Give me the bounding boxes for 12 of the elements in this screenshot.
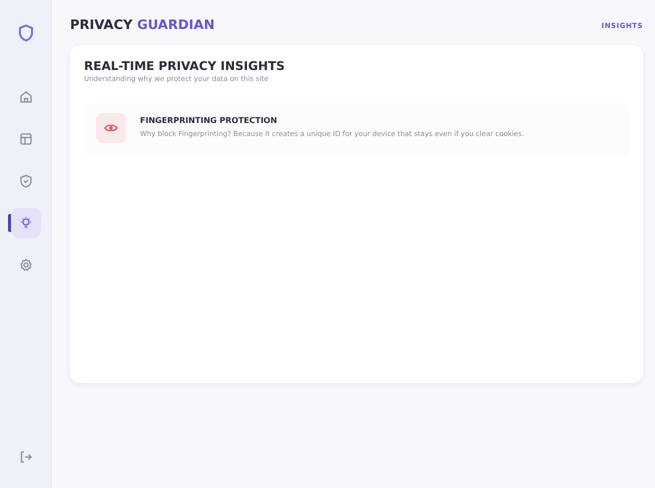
app-title: PRIVACY GUARDIAN bbox=[70, 18, 215, 33]
shield-check-icon bbox=[18, 174, 32, 188]
layout-icon bbox=[18, 132, 32, 146]
eye-icon bbox=[104, 123, 118, 133]
shield-icon bbox=[18, 24, 34, 42]
logout-icon bbox=[18, 450, 32, 464]
home-icon bbox=[18, 90, 32, 104]
card-title: REAL-TIME PRIVACY INSIGHTS bbox=[84, 59, 286, 73]
lightbulb-icon bbox=[18, 216, 32, 230]
sidebar-item[interactable] bbox=[10, 208, 40, 238]
insight-title: FINGERPRINTING PROTECTION bbox=[140, 116, 278, 125]
settings-icon bbox=[18, 258, 32, 272]
